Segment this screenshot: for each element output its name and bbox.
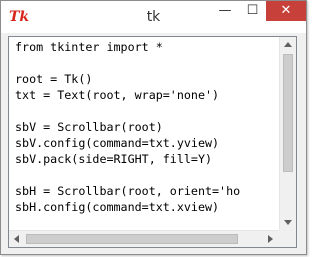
maximize-button[interactable]: ☐ <box>239 1 266 21</box>
vertical-scroll-thumb[interactable] <box>283 54 293 172</box>
code-line: sbH = Scrollbar(root, orient='ho <box>15 184 241 198</box>
tk-app-icon[interactable]: Tk <box>9 9 29 25</box>
tk-window: Tk tk — ☐ ✕ from tkinter import * root =… <box>0 0 307 255</box>
text-editor[interactable]: from tkinter import * root = Tk() txt = … <box>9 37 279 230</box>
close-button[interactable]: ✕ <box>266 1 306 21</box>
scrollbar-corner <box>279 230 296 247</box>
code-line: sbV.pack(side=RIGHT, fill=Y) <box>15 152 213 166</box>
vertical-scrollbar[interactable] <box>279 37 296 230</box>
scroll-right-arrow-icon[interactable] <box>268 235 273 243</box>
close-icon: ✕ <box>280 3 292 18</box>
scroll-left-arrow-icon[interactable] <box>14 235 19 243</box>
maximize-icon: ☐ <box>246 3 259 18</box>
title-bar[interactable]: Tk tk — ☐ ✕ <box>1 1 306 33</box>
minimize-icon: — <box>218 3 232 18</box>
code-line: from tkinter import * <box>15 40 163 54</box>
code-line: sbV = Scrollbar(root) <box>15 120 163 134</box>
code-line: sbV.config(command=txt.yview) <box>15 136 220 150</box>
horizontal-scrollbar[interactable] <box>9 230 279 247</box>
scroll-down-arrow-icon[interactable] <box>284 220 292 225</box>
horizontal-scroll-thumb[interactable] <box>26 234 238 244</box>
text-widget-frame: from tkinter import * root = Tk() txt = … <box>8 36 297 248</box>
code-line: txt = Text(root, wrap='none') <box>15 88 220 102</box>
code-line: root = Tk() <box>15 72 93 86</box>
code-line: sbH.config(command=txt.xview) <box>15 200 220 214</box>
minimize-button[interactable]: — <box>211 1 239 21</box>
scroll-up-arrow-icon[interactable] <box>284 42 292 47</box>
